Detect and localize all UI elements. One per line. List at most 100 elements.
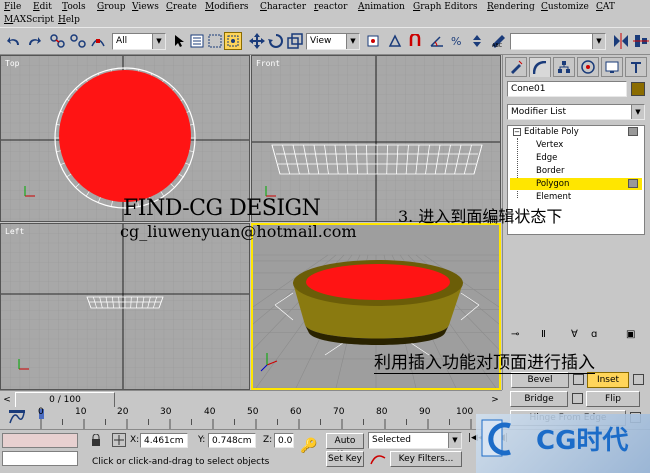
svg-text:%: %: [451, 35, 461, 48]
menu-group[interactable]: Group: [97, 2, 125, 13]
track-bar[interactable]: 0 10 20 30 40 50 60 70 80 90 100: [0, 407, 502, 429]
key-mode-dropdown[interactable]: Selected ▼: [368, 432, 462, 449]
stack-item-vertex[interactable]: Vertex: [536, 139, 563, 151]
reference-coordinate-dropdown[interactable]: View ▼: [306, 33, 360, 50]
menu-modifiers[interactable]: Modifiers: [205, 2, 249, 13]
chevron-left-icon[interactable]: <: [0, 393, 14, 407]
select-object-icon[interactable]: [170, 32, 188, 50]
absolute-relative-toggle-icon[interactable]: [112, 433, 126, 447]
snap-toggle-icon[interactable]: [408, 32, 426, 50]
pivot-center-icon[interactable]: [364, 32, 382, 50]
z-coordinate-field[interactable]: 0.0: [274, 433, 294, 448]
selection-filter-dropdown[interactable]: All ▼: [112, 33, 166, 50]
maxscript-input-mini[interactable]: [2, 451, 78, 466]
viewport-label-left[interactable]: Left: [5, 227, 24, 236]
stack-item-border[interactable]: Border: [536, 165, 565, 177]
stack-item-edge[interactable]: Edge: [536, 152, 557, 164]
unlink-icon[interactable]: [69, 32, 87, 50]
display-tab-icon[interactable]: [601, 57, 623, 77]
menu-animation[interactable]: Animation: [358, 2, 405, 13]
selection-lock-icon[interactable]: [90, 433, 102, 446]
auto-key-button[interactable]: Auto Key: [326, 433, 364, 460]
menu-file[interactable]: File: [4, 2, 21, 13]
viewport-label-front[interactable]: Front: [256, 59, 280, 68]
stack-item-element[interactable]: Element: [536, 191, 571, 203]
menu-character[interactable]: Character: [260, 2, 306, 13]
set-key-button[interactable]: Set Key: [326, 451, 364, 467]
percent-snap-icon[interactable]: %: [448, 32, 466, 50]
make-unique-icon[interactable]: ∀: [571, 329, 578, 340]
mirror-icon[interactable]: [612, 32, 630, 50]
select-by-name-icon[interactable]: [188, 32, 206, 50]
key-icon[interactable]: 🔑: [300, 438, 320, 458]
chevron-down-icon: ▼: [592, 34, 605, 49]
show-end-result-icon[interactable]: [628, 127, 638, 136]
bind-space-warp-icon[interactable]: [89, 32, 107, 50]
select-and-link-icon[interactable]: [49, 32, 67, 50]
menu-rendering[interactable]: Rendering: [487, 2, 535, 13]
curve-editor-mini-icon[interactable]: [8, 409, 26, 425]
menu-edit[interactable]: Edit: [33, 2, 52, 13]
maxscript-listener-mini[interactable]: [2, 433, 78, 448]
configure-sets-icon[interactable]: ▣: [626, 329, 635, 340]
pin-stack-icon[interactable]: ⊸: [511, 329, 519, 340]
utilities-tab-icon[interactable]: [625, 57, 647, 77]
redo-icon[interactable]: [25, 32, 43, 50]
stack-item-editable-poly[interactable]: Editable Poly: [524, 126, 579, 138]
edit-named-selections-icon[interactable]: ABC: [490, 32, 508, 50]
menu-graph-editors[interactable]: Graph Editors: [413, 2, 477, 13]
viewport-left[interactable]: Left: [0, 223, 250, 390]
object-name-value: Cone01: [511, 84, 546, 94]
time-slider[interactable]: 0 / 100: [15, 392, 115, 408]
key-filters-button[interactable]: Key Filters...: [390, 451, 462, 467]
show-end-result-toggle-icon[interactable]: Ⅱ: [541, 329, 546, 340]
bevel-button[interactable]: Bevel: [511, 372, 569, 388]
bridge-settings-button[interactable]: [572, 393, 583, 404]
menu-views[interactable]: Views: [132, 2, 159, 13]
viewport-label-top[interactable]: Top: [5, 59, 19, 68]
key-mode-value: Selected: [372, 435, 412, 445]
inset-button[interactable]: Inset: [587, 372, 629, 388]
y-coordinate-field[interactable]: 0.748cm: [208, 433, 256, 448]
collapse-toggle-icon[interactable]: −: [513, 128, 521, 136]
undo-icon[interactable]: [5, 32, 23, 50]
selected-polygon-top: [59, 70, 191, 202]
rectangular-selection-icon[interactable]: [206, 32, 224, 50]
select-and-scale-icon[interactable]: [286, 32, 304, 50]
menu-tools[interactable]: Tools: [62, 2, 86, 13]
motion-tab-icon[interactable]: [577, 57, 599, 77]
window-crossing-icon[interactable]: [224, 32, 242, 50]
inset-settings-button[interactable]: [633, 374, 644, 385]
modifier-list-dropdown[interactable]: Modifier List ▼: [507, 104, 645, 120]
select-and-rotate-icon[interactable]: [267, 32, 285, 50]
email-watermark-text: cg_liuwenyuan@hotmail.com: [120, 222, 357, 241]
menu-maxscript[interactable]: MAXScript: [4, 15, 54, 26]
default-in-out-tangent-icon[interactable]: [370, 452, 386, 466]
select-and-manipulate-icon[interactable]: [386, 32, 404, 50]
modify-tab-icon[interactable]: [529, 57, 551, 77]
named-selection-dropdown[interactable]: ▼: [510, 33, 606, 50]
spinner-snap-icon[interactable]: [468, 32, 486, 50]
menu-cat[interactable]: CAT: [596, 2, 615, 13]
remove-modifier-icon[interactable]: ɑ: [591, 329, 597, 340]
menu-create[interactable]: Create: [166, 2, 197, 13]
flip-button[interactable]: Flip: [586, 391, 640, 407]
bridge-button[interactable]: Bridge: [510, 391, 568, 407]
object-color-swatch[interactable]: [631, 82, 645, 96]
chevron-right-icon[interactable]: >: [488, 393, 502, 407]
select-and-move-icon[interactable]: [248, 32, 266, 50]
tick-label: 10: [75, 407, 87, 417]
create-tab-icon[interactable]: [505, 57, 527, 77]
menu-customize[interactable]: Customize: [541, 2, 589, 13]
tick-label: 30: [160, 407, 172, 417]
track-ruler: [39, 409, 472, 429]
menu-reactor[interactable]: reactor: [314, 2, 347, 13]
hierarchy-tab-icon[interactable]: [553, 57, 575, 77]
align-icon[interactable]: [632, 32, 650, 50]
stack-item-polygon-row[interactable]: Polygon: [510, 178, 642, 190]
x-coordinate-field[interactable]: 4.461cm: [140, 433, 188, 448]
menu-help[interactable]: Help: [58, 15, 80, 26]
object-name-field[interactable]: Cone01: [507, 81, 627, 97]
angle-snap-icon[interactable]: [428, 32, 446, 50]
bevel-settings-button[interactable]: [573, 374, 584, 385]
